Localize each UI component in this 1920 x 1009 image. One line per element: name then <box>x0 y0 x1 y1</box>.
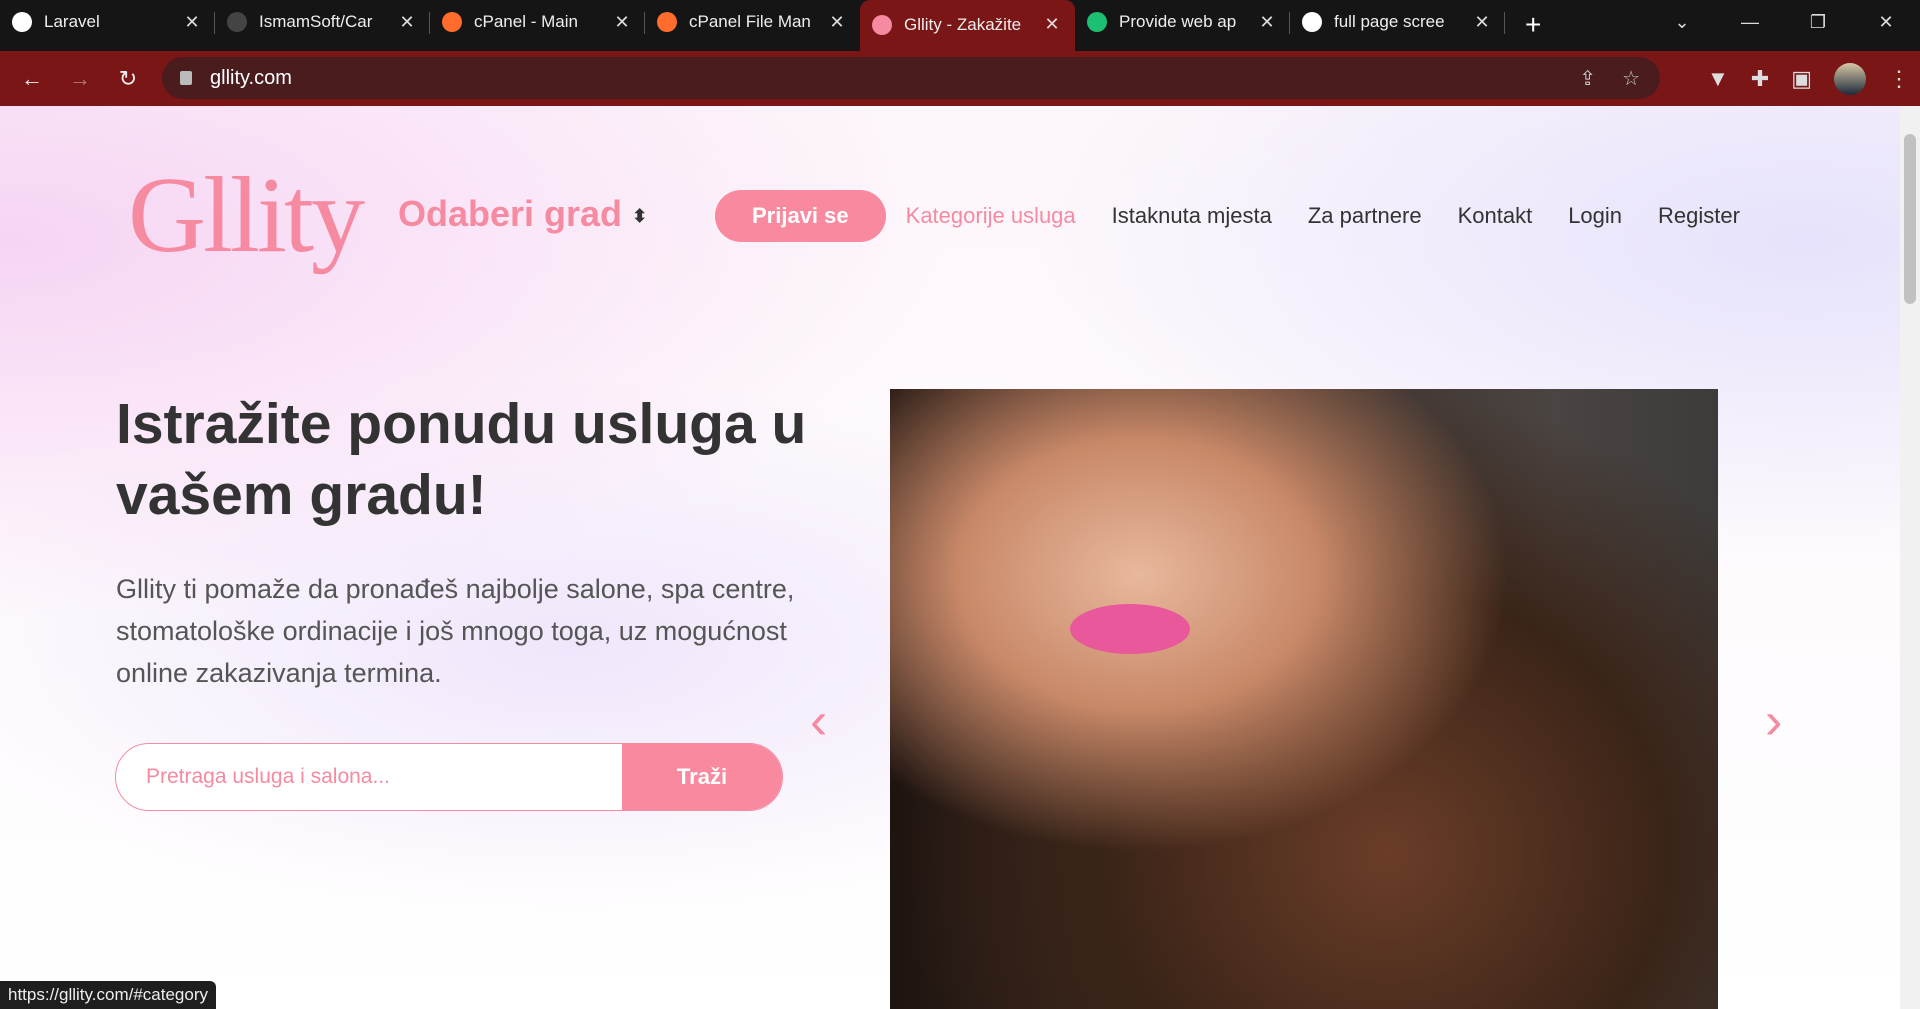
close-tab-icon[interactable]: ✕ <box>1471 12 1493 33</box>
logo[interactable]: Gllity <box>128 154 365 278</box>
globe-icon <box>12 12 32 32</box>
tab-title: Provide web ap <box>1119 12 1237 31</box>
tab-search-icon[interactable]: ⌄ <box>1648 0 1716 44</box>
new-tab-icon[interactable]: + <box>1525 9 1541 41</box>
browser-tab[interactable]: cPanel - Main ✕ <box>430 0 645 44</box>
window-controls: ⌄ — ❐ ✕ <box>1648 0 1920 44</box>
nav-contact[interactable]: Kontakt <box>1458 203 1533 229</box>
url-text: gllity.com <box>210 66 292 89</box>
sort-arrows-icon: ⬍ <box>632 205 648 226</box>
tab-title: cPanel File Man <box>689 12 811 31</box>
city-select-label: Odaberi grad <box>398 193 623 234</box>
close-tab-icon[interactable]: ✕ <box>611 12 633 33</box>
main-nav: Prijavi se Kategorije usluga Istaknuta m… <box>715 190 1740 242</box>
tab-title: cPanel - Main <box>474 12 578 31</box>
browser-tab[interactable]: Laravel ✕ <box>0 0 215 44</box>
gllity-icon <box>872 14 892 35</box>
close-tab-icon[interactable]: ✕ <box>396 12 418 33</box>
nav-partners[interactable]: Za partnere <box>1308 203 1422 229</box>
tab-title: Gllity - Zakažite <box>904 14 1022 34</box>
extensions-puzzle-icon[interactable]: ✚ <box>1751 66 1769 92</box>
google-icon <box>1302 12 1322 32</box>
minimize-icon[interactable]: — <box>1716 0 1784 44</box>
scrollbar-thumb[interactable] <box>1904 134 1916 304</box>
hero-image <box>890 389 1718 1009</box>
tab-title: full page scree <box>1334 12 1445 31</box>
carousel-prev-icon[interactable]: ‹ <box>810 691 827 751</box>
search-form: Traži <box>115 743 783 811</box>
browser-tab[interactable]: Provide web ap ✕ <box>1075 0 1290 44</box>
hero-image-detail <box>1070 604 1190 654</box>
menu-kebab-icon[interactable]: ⋮ <box>1888 66 1910 92</box>
signin-button[interactable]: Prijavi se <box>715 190 886 242</box>
github-icon <box>227 12 247 32</box>
forward-icon[interactable]: → <box>56 66 104 92</box>
cpanel-icon <box>442 12 462 32</box>
nav-categories[interactable]: Kategorije usluga <box>906 203 1076 229</box>
tab-bar: Laravel ✕ IsmamSoft/Car ✕ cPanel - Main ✕ cPan… <box>0 0 1920 51</box>
status-bar-url: https://gllity.com/#category <box>0 981 216 1009</box>
city-select[interactable]: Odaberi grad ⬍ <box>398 193 647 235</box>
lock-icon <box>180 71 192 85</box>
hero-title: Istražite ponudu usluga u vašem gradu! <box>116 392 807 527</box>
bookmark-star-icon[interactable]: ☆ <box>1622 66 1640 91</box>
extension-v-icon[interactable]: ▼ <box>1707 66 1729 92</box>
close-window-icon[interactable]: ✕ <box>1852 0 1920 44</box>
browser-tab[interactable]: IsmamSoft/Car ✕ <box>215 0 430 44</box>
restore-icon[interactable]: ❐ <box>1784 0 1852 44</box>
browser-tab[interactable]: cPanel File Man ✕ <box>645 0 860 44</box>
profile-avatar[interactable] <box>1834 62 1866 95</box>
close-tab-icon[interactable]: ✕ <box>181 12 203 33</box>
scrollbar[interactable] <box>1900 106 1920 1009</box>
tab-title: Laravel <box>44 12 100 31</box>
close-tab-icon[interactable]: ✕ <box>826 12 848 33</box>
browser-toolbar: ← → ↻ gllity.com ⇪ ☆ ▼ ✚ ▣ ⋮ <box>0 51 1920 106</box>
back-icon[interactable]: ← <box>8 66 56 92</box>
page: Gllity Odaberi grad ⬍ Prijavi se Kategori… <box>0 106 1900 1009</box>
cpanel-icon <box>657 12 677 32</box>
close-tab-icon[interactable]: ✕ <box>1256 12 1278 33</box>
hero-lead: Gllity ti pomaže da pronađeš najbolje sa… <box>116 574 795 688</box>
close-tab-icon[interactable]: ✕ <box>1041 14 1063 35</box>
search-input[interactable] <box>116 744 622 810</box>
share-icon[interactable]: ⇪ <box>1579 66 1596 91</box>
nav-login[interactable]: Login <box>1568 203 1622 229</box>
reload-icon[interactable]: ↻ <box>104 66 152 92</box>
side-panel-icon[interactable]: ▣ <box>1791 66 1812 92</box>
browser-tab[interactable]: Gllity - Zakažite ✕ <box>860 0 1075 51</box>
search-button[interactable]: Traži <box>622 744 782 810</box>
browser-tab[interactable]: full page scree ✕ <box>1290 0 1505 44</box>
fiverr-icon <box>1087 12 1107 32</box>
address-bar[interactable]: gllity.com ⇪ ☆ <box>162 57 1660 99</box>
carousel-next-icon[interactable]: › <box>1765 691 1782 751</box>
nav-register[interactable]: Register <box>1658 203 1740 229</box>
nav-featured[interactable]: Istaknuta mjesta <box>1112 203 1272 229</box>
tab-title: IsmamSoft/Car <box>259 12 373 31</box>
